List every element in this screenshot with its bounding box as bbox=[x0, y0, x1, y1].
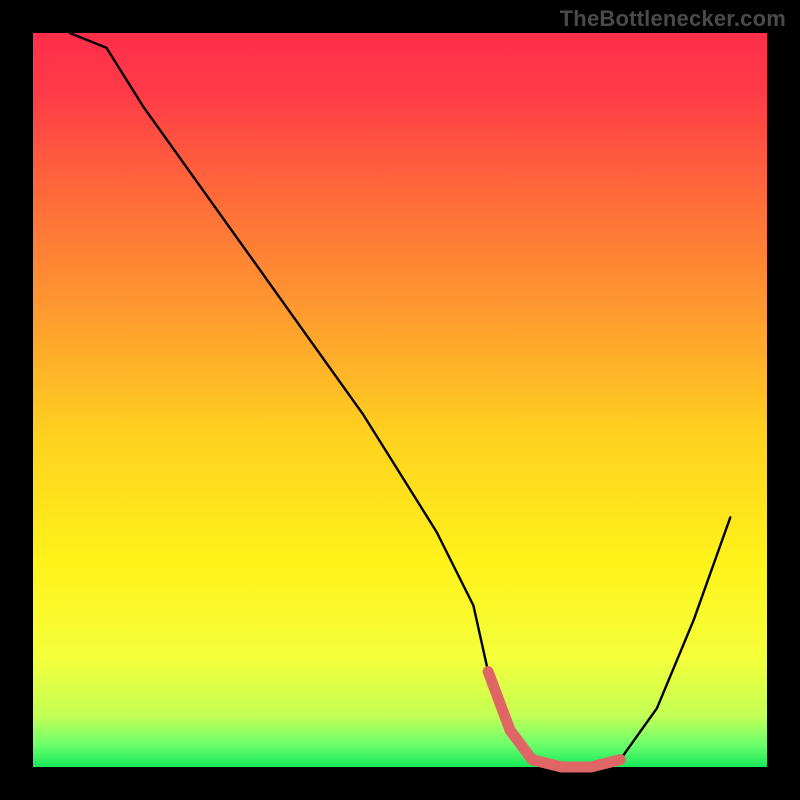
watermark-text: TheBottlenecker.com bbox=[560, 6, 786, 32]
chart-frame: TheBottlenecker.com bbox=[0, 0, 800, 800]
bottleneck-chart bbox=[0, 0, 800, 800]
plot-background bbox=[33, 33, 767, 767]
